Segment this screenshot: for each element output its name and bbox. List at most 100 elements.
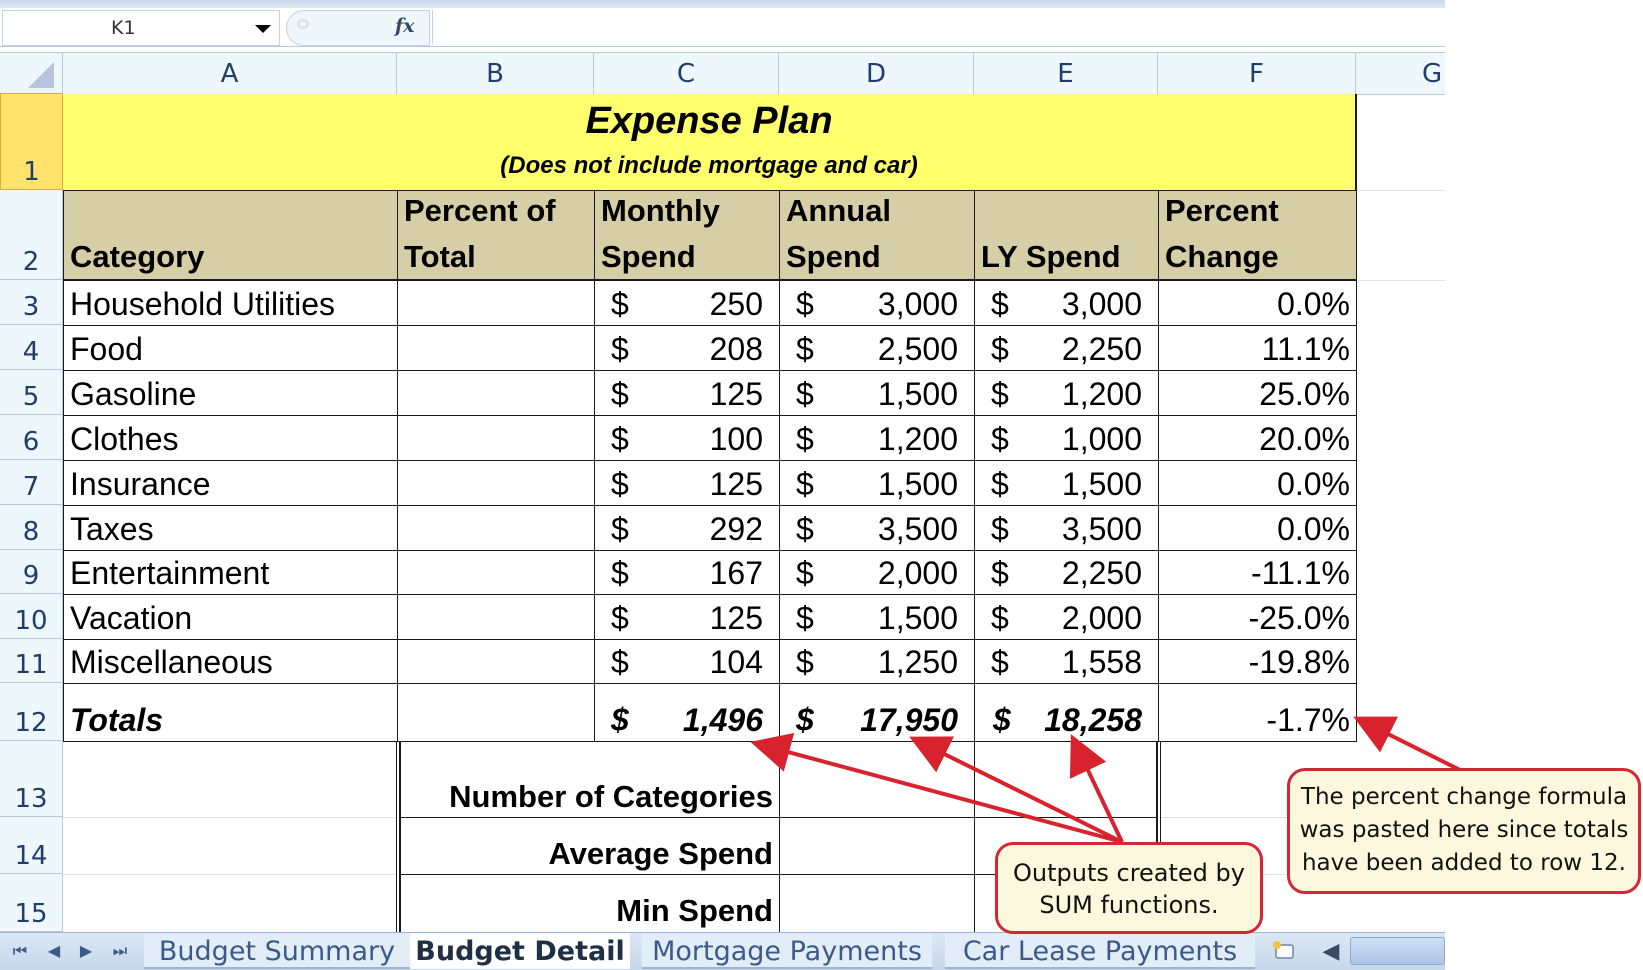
cell-pct-total[interactable] [397, 370, 595, 416]
cell-change[interactable]: -19.8% [1158, 639, 1357, 684]
header-percent-change[interactable]: Percent Change [1158, 190, 1357, 280]
cell-monthly[interactable]: $125 [594, 460, 780, 506]
cell-pct-total[interactable] [397, 325, 595, 371]
cell-monthly[interactable]: $208 [594, 325, 780, 371]
header-ly-spend[interactable]: LY Spend [974, 190, 1159, 280]
cell-ly[interactable]: $3,000 [974, 280, 1159, 326]
row-header-7[interactable]: 7 [0, 460, 63, 505]
prev-sheet-icon[interactable]: ◀ [42, 941, 66, 963]
cell-pct-total[interactable] [397, 460, 595, 506]
row-header-3[interactable]: 3 [0, 280, 63, 325]
totals-monthly-cell[interactable]: $1,496 [594, 683, 780, 742]
summary-label-cell[interactable]: Average Spend [400, 817, 780, 875]
header-percent-of-total[interactable]: Percent of Total [397, 190, 595, 280]
column-header-e[interactable]: E [974, 53, 1158, 94]
select-all-button[interactable] [0, 53, 63, 94]
cell-monthly[interactable]: $100 [594, 415, 780, 461]
cell-change[interactable]: 0.0% [1158, 460, 1357, 506]
cell-category[interactable]: Clothes [63, 415, 398, 461]
row-header-14[interactable]: 14 [0, 817, 63, 874]
summary-label-cell[interactable]: Min Spend [400, 874, 780, 936]
tab-car-lease-payments[interactable]: Car Lease Payments [945, 933, 1255, 969]
first-sheet-icon[interactable]: ⏮ [8, 941, 32, 963]
cell-annual[interactable]: $3,000 [779, 280, 975, 326]
cell-category[interactable]: Food [63, 325, 398, 371]
column-header-g[interactable]: G [1356, 53, 1445, 94]
last-sheet-icon[interactable]: ⏭ [108, 941, 132, 963]
row-header-6[interactable]: 6 [0, 415, 63, 460]
row-header-9[interactable]: 9 [0, 550, 63, 594]
insert-function-icon[interactable]: fx [395, 15, 415, 37]
average-spend-annual-cell[interactable] [779, 817, 975, 875]
scroll-left-icon[interactable]: ◀ [1320, 937, 1342, 965]
cell-category[interactable]: Household Utilities [63, 280, 398, 326]
cell-annual[interactable]: $1,200 [779, 415, 975, 461]
next-sheet-icon[interactable]: ▶ [74, 941, 98, 963]
horizontal-scrollbar[interactable] [1350, 937, 1445, 965]
tab-budget-summary[interactable]: Budget Summary [144, 933, 410, 969]
totals-ly-cell[interactable]: $18,258 [974, 683, 1159, 742]
resize-handle-icon[interactable] [297, 19, 309, 29]
number-of-categories-annual-cell[interactable] [779, 741, 975, 818]
cell-annual[interactable]: $2,500 [779, 325, 975, 371]
cell-ly[interactable]: $1,500 [974, 460, 1159, 506]
column-header-d[interactable]: D [779, 53, 974, 94]
cell-category[interactable]: Insurance [63, 460, 398, 506]
cell-monthly[interactable]: $125 [594, 594, 780, 640]
title-cell[interactable]: Expense Plan (Does not include mortgage … [63, 94, 1357, 190]
cell-monthly[interactable]: $104 [594, 639, 780, 684]
cell-monthly[interactable]: $125 [594, 370, 780, 416]
row-header-1[interactable]: 1 [0, 93, 63, 190]
cell-change[interactable]: -11.1% [1158, 550, 1357, 595]
cell-change[interactable]: 20.0% [1158, 415, 1357, 461]
row-header-10[interactable]: 10 [0, 594, 63, 639]
cell-annual[interactable]: $1,500 [779, 594, 975, 640]
header-category[interactable]: Category [63, 190, 398, 280]
totals-annual-cell[interactable]: $17,950 [779, 683, 975, 742]
cell-annual[interactable]: $1,250 [779, 639, 975, 684]
row-header-2[interactable]: 2 [0, 190, 63, 280]
formula-input[interactable] [432, 10, 1445, 44]
cell-change[interactable]: 0.0% [1158, 505, 1357, 551]
cell-change[interactable]: 11.1% [1158, 325, 1357, 371]
cell-ly[interactable]: $2,250 [974, 325, 1159, 371]
row-header-8[interactable]: 8 [0, 505, 63, 550]
cell-pct-total[interactable] [397, 639, 595, 684]
cell-ly[interactable]: $1,200 [974, 370, 1159, 416]
cell-pct-total[interactable] [397, 550, 595, 595]
cell-category[interactable]: Taxes [63, 505, 398, 551]
cell-ly[interactable]: $2,250 [974, 550, 1159, 595]
column-header-f[interactable]: F [1158, 53, 1356, 94]
cell-ly[interactable]: $2,000 [974, 594, 1159, 640]
cell-change[interactable]: -25.0% [1158, 594, 1357, 640]
cell-category[interactable]: Gasoline [63, 370, 398, 416]
cell-ly[interactable]: $1,558 [974, 639, 1159, 684]
row-header-12[interactable]: 12 [0, 683, 63, 741]
cell-ly[interactable]: $1,000 [974, 415, 1159, 461]
name-box[interactable]: K1 [2, 10, 280, 46]
row-header-15[interactable]: 15 [0, 874, 63, 932]
min-spend-annual-cell[interactable] [779, 874, 975, 936]
summary-label-cell[interactable]: Number of Categories [400, 741, 780, 818]
row-header-13[interactable]: 13 [0, 741, 63, 817]
cell-annual[interactable]: $2,000 [779, 550, 975, 595]
cell-category[interactable]: Entertainment [63, 550, 398, 595]
totals-pct-total-cell[interactable] [397, 683, 595, 742]
header-annual-spend[interactable]: Annual Spend [779, 190, 975, 280]
cell-pct-total[interactable] [397, 505, 595, 551]
cell-pct-total[interactable] [397, 415, 595, 461]
header-monthly-spend[interactable]: Monthly Spend [594, 190, 780, 280]
column-header-a[interactable]: A [63, 53, 397, 94]
cell-annual[interactable]: $3,500 [779, 505, 975, 551]
totals-label-cell[interactable]: Totals [63, 683, 398, 742]
row-header-4[interactable]: 4 [0, 325, 63, 370]
cell-category[interactable]: Vacation [63, 594, 398, 640]
cell-pct-total[interactable] [397, 280, 595, 326]
cell-pct-total[interactable] [397, 594, 595, 640]
column-header-c[interactable]: C [594, 53, 779, 94]
cell-monthly[interactable]: $292 [594, 505, 780, 551]
column-header-b[interactable]: B [397, 53, 594, 94]
cell-ly[interactable]: $3,500 [974, 505, 1159, 551]
cell-change[interactable]: 25.0% [1158, 370, 1357, 416]
insert-sheet-icon[interactable] [1270, 939, 1296, 961]
